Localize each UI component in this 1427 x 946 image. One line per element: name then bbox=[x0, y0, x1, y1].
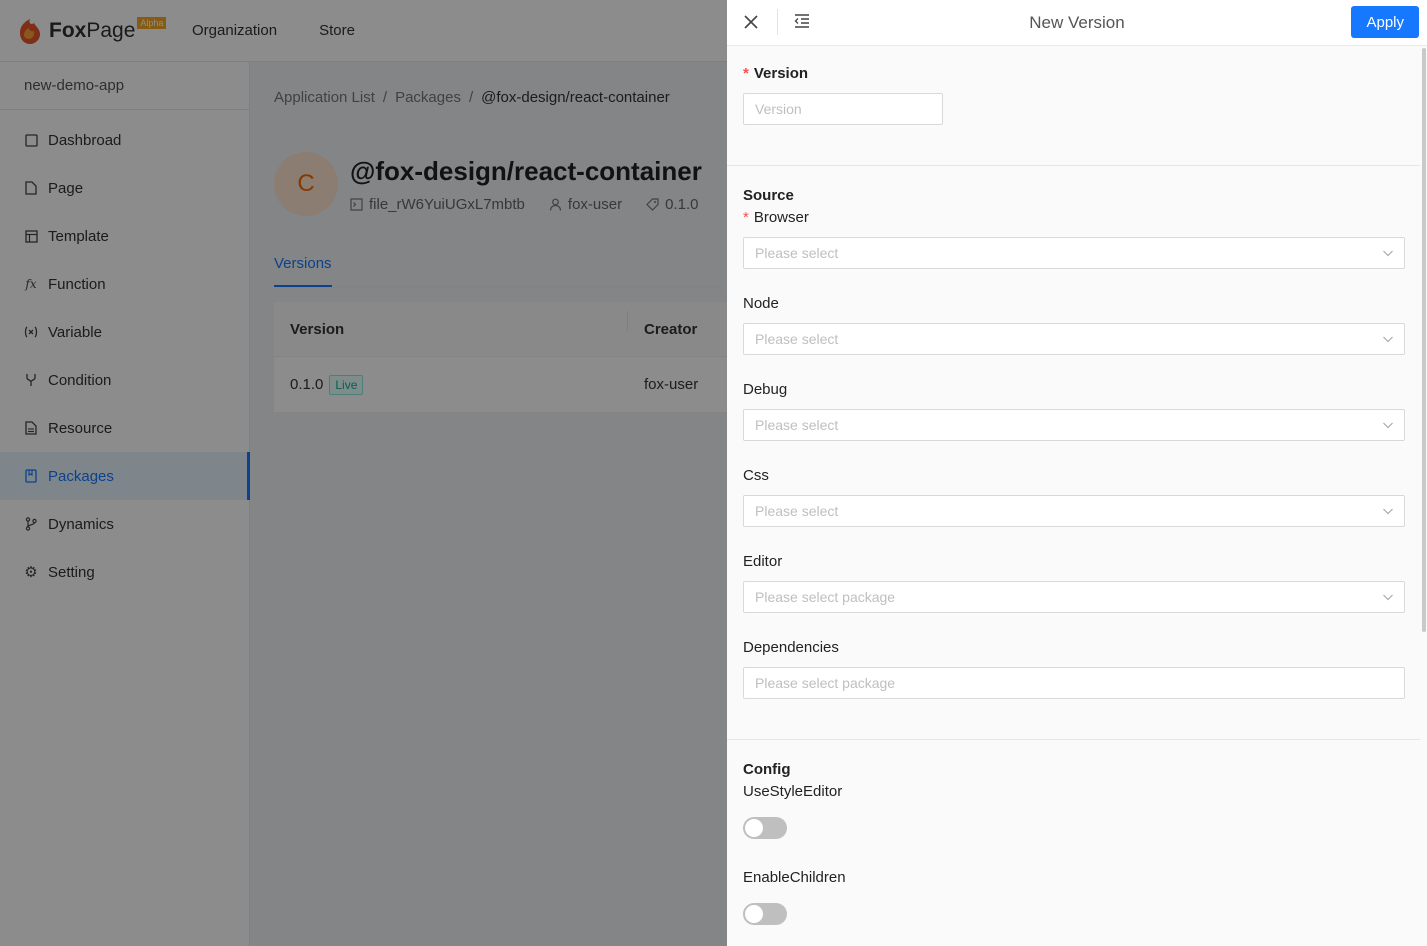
select-placeholder: Please select bbox=[755, 417, 839, 433]
required-mark: * bbox=[743, 65, 749, 82]
editor-label: Editor bbox=[743, 553, 783, 570]
section-divider bbox=[727, 165, 1420, 166]
use-style-editor-toggle[interactable] bbox=[743, 817, 787, 839]
select-placeholder: Please select bbox=[755, 503, 839, 519]
new-version-drawer: New Version Apply * Version Version Sourc… bbox=[727, 0, 1427, 946]
node-select[interactable]: Please select bbox=[743, 323, 1405, 355]
config-heading: Config bbox=[743, 761, 791, 778]
outdent-icon[interactable] bbox=[793, 12, 813, 32]
chevron-down-icon bbox=[1383, 508, 1393, 515]
required-mark: * bbox=[743, 209, 749, 226]
dependencies-label: Dependencies bbox=[743, 639, 839, 656]
chevron-down-icon bbox=[1383, 594, 1393, 601]
node-label: Node bbox=[743, 295, 779, 312]
drawer-header: New Version Apply bbox=[727, 0, 1427, 46]
drawer-scrollbar[interactable] bbox=[1420, 46, 1427, 946]
section-divider bbox=[727, 739, 1420, 740]
drawer-title: New Version bbox=[1029, 13, 1125, 32]
close-icon[interactable] bbox=[741, 12, 761, 32]
scrollbar-thumb[interactable] bbox=[1422, 48, 1426, 632]
debug-label: Debug bbox=[743, 381, 788, 398]
version-input[interactable]: Version bbox=[743, 93, 943, 125]
toggle-knob bbox=[745, 819, 763, 837]
select-placeholder: Please select package bbox=[755, 675, 896, 691]
chevron-down-icon bbox=[1383, 422, 1393, 429]
enable-children-label: EnableChildren bbox=[743, 869, 846, 886]
css-select[interactable]: Please select bbox=[743, 495, 1405, 527]
chevron-down-icon bbox=[1383, 336, 1393, 343]
select-placeholder: Please select bbox=[755, 245, 839, 261]
toggle-knob bbox=[745, 905, 763, 923]
source-heading: Source bbox=[743, 187, 794, 204]
apply-button[interactable]: Apply bbox=[1351, 6, 1419, 38]
header-divider bbox=[777, 9, 778, 35]
select-placeholder: Please select package bbox=[755, 589, 896, 605]
dependencies-select[interactable]: Please select package bbox=[743, 667, 1405, 699]
css-label: Css bbox=[743, 467, 769, 484]
enable-children-toggle[interactable] bbox=[743, 903, 787, 925]
browser-label: * Browser bbox=[743, 209, 809, 226]
version-label: * Version bbox=[743, 65, 809, 82]
select-placeholder: Please select bbox=[755, 331, 839, 347]
browser-select[interactable]: Please select bbox=[743, 237, 1405, 269]
chevron-down-icon bbox=[1383, 250, 1393, 257]
editor-select[interactable]: Please select package bbox=[743, 581, 1405, 613]
debug-select[interactable]: Please select bbox=[743, 409, 1405, 441]
use-style-editor-label: UseStyleEditor bbox=[743, 783, 843, 800]
